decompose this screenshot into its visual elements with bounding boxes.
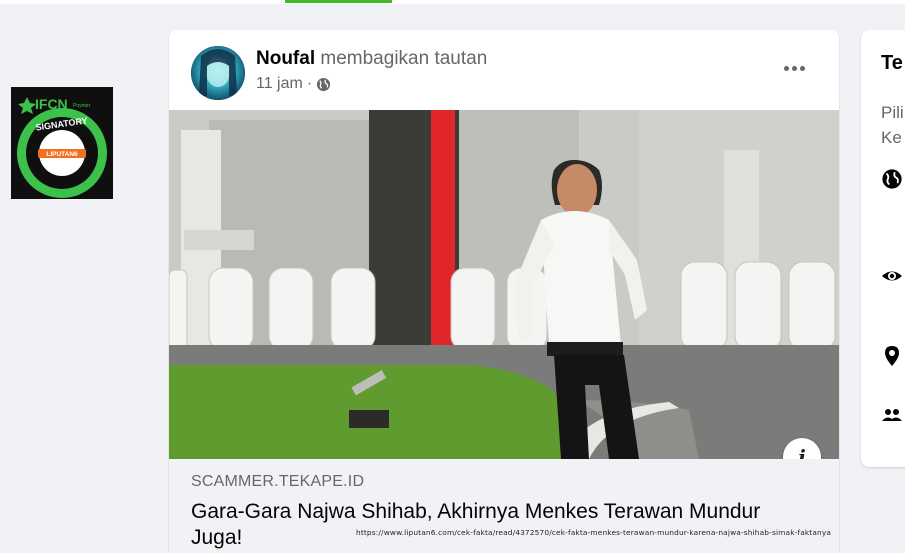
globe-icon <box>881 168 903 190</box>
link-title[interactable]: Gara-Gara Najwa Shihab, Akhirnya Menkes … <box>191 499 791 551</box>
avatar-image <box>191 46 245 100</box>
source-url-caption: https://www.liputan6.com/cek-fakta/read/… <box>356 528 832 537</box>
top-bar <box>0 0 905 4</box>
author-action: membagikan tautan <box>320 48 488 69</box>
more-options-icon[interactable] <box>779 58 809 78</box>
author-name[interactable]: Noufal <box>256 48 315 69</box>
meta-separator: · <box>306 75 313 92</box>
side-desc-line-2: Ke <box>881 128 902 147</box>
badge-org-small-text: Poynter <box>73 103 91 109</box>
feed-post-card: Noufal membagikan tautan 11 jam · i SCAM… <box>169 30 839 553</box>
badge-center-text: LIPUTAN6 <box>46 151 78 158</box>
link-preview-footer[interactable]: SCAMMER.TEKAPE.ID Gara-Gara Najwa Shihab… <box>169 459 839 553</box>
badge-org-text: IFCN <box>35 96 68 112</box>
side-desc-line-1: Pili <box>881 103 904 122</box>
post-author-line: Noufal membagikan tautan <box>256 48 487 70</box>
group-icon <box>881 404 903 426</box>
link-domain: SCAMMER.TEKAPE.ID <box>191 473 365 490</box>
photo-graphic <box>169 110 839 459</box>
ifcn-signatory-badge: LIPUTAN6 IFCN Poynter SIGNATORY <box>11 87 113 199</box>
link-preview-image[interactable]: i <box>169 110 839 459</box>
side-panel-title: Te <box>881 52 903 74</box>
post-header: Noufal membagikan tautan 11 jam · <box>169 30 839 110</box>
globe-icon <box>316 77 331 92</box>
side-panel-description: Pili Ke <box>881 100 904 150</box>
side-info-panel: Te Pili Ke <box>861 30 905 467</box>
location-pin-icon <box>881 345 903 367</box>
ifcn-badge-graphic: LIPUTAN6 IFCN Poynter SIGNATORY <box>11 87 113 199</box>
eye-icon <box>881 265 903 287</box>
post-meta: 11 jam · <box>256 75 331 93</box>
author-avatar[interactable] <box>191 46 245 100</box>
post-time[interactable]: 11 jam <box>256 75 303 93</box>
active-tab-indicator <box>285 0 392 3</box>
